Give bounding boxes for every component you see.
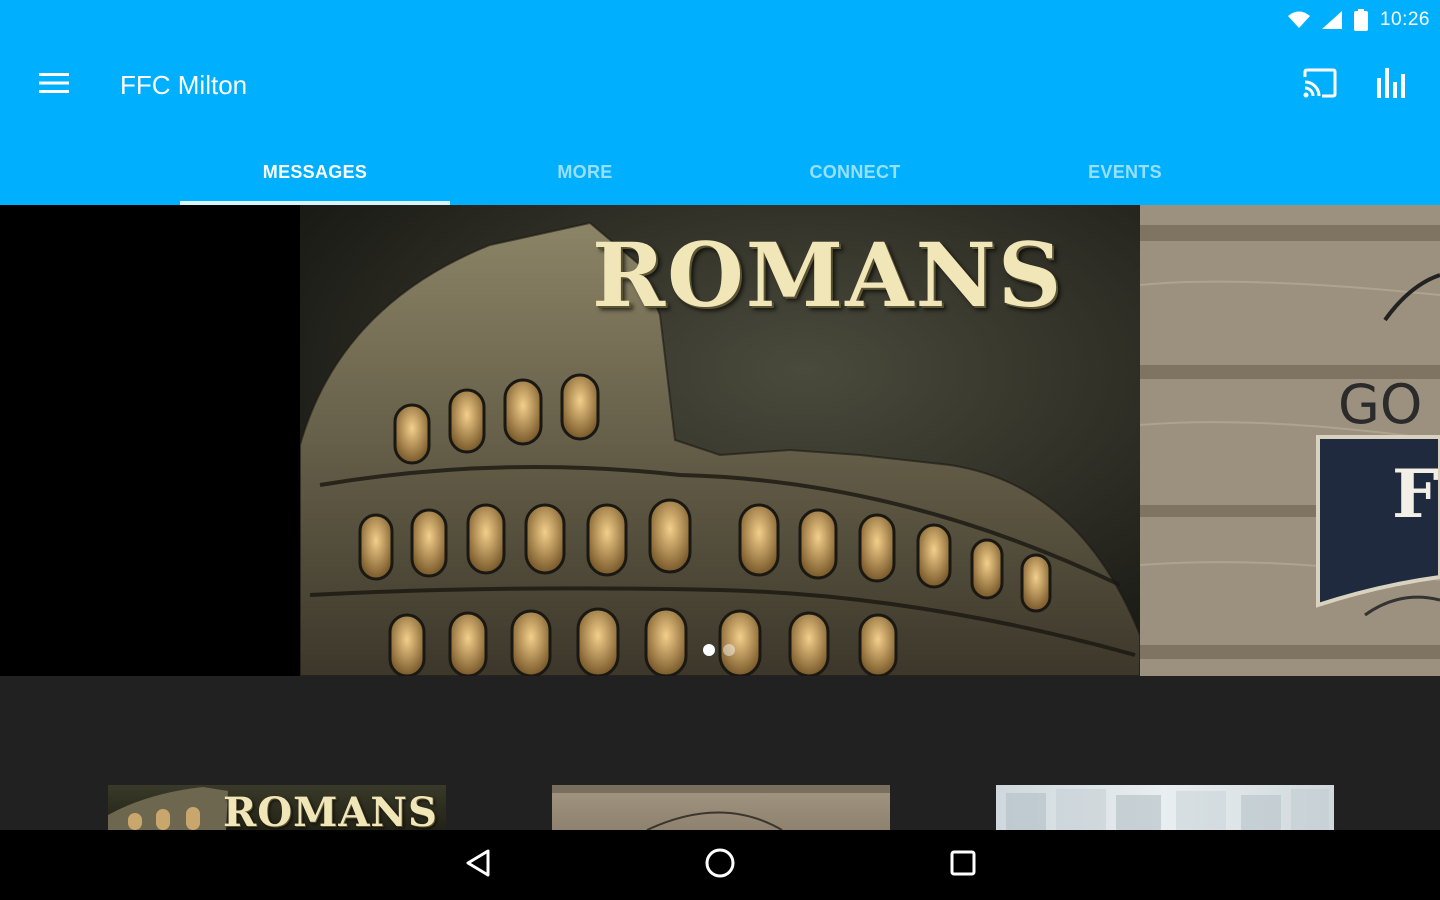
tab-more[interactable]: MORE: [450, 140, 720, 205]
wood-artwork: GO F: [1140, 205, 1440, 676]
back-button[interactable]: [448, 840, 508, 890]
tab-bar: MESSAGES MORE CONNECT EVENTS: [180, 140, 1260, 205]
stats-button[interactable]: [1368, 62, 1416, 108]
wifi-icon: [1287, 11, 1310, 29]
thumb-wood-artwork: [552, 785, 890, 830]
tab-messages[interactable]: MESSAGES: [180, 140, 450, 205]
slide-title: ROMANS: [592, 223, 1064, 327]
bar-chart-icon: [1377, 67, 1407, 103]
carousel-dot-2[interactable]: [723, 644, 735, 656]
app-bar: 10:26 FFC Milton MESSAGES MORE CONNECT E…: [0, 0, 1440, 205]
message-thumb-3[interactable]: [996, 785, 1334, 830]
status-time: 10:26: [1379, 9, 1430, 30]
menu-button[interactable]: [30, 64, 78, 106]
featured-slide-romans[interactable]: ROMANS: [300, 205, 1140, 676]
message-thumb-2[interactable]: [552, 785, 890, 830]
recents-icon: [949, 849, 977, 882]
side-slide-partial-letter: F: [1392, 455, 1439, 533]
signal-icon: [1321, 11, 1342, 29]
thumb-title: ROMANS: [223, 789, 438, 830]
tab-connect[interactable]: CONNECT: [720, 140, 990, 205]
tab-events[interactable]: EVENTS: [990, 140, 1260, 205]
home-icon: [704, 847, 736, 884]
cast-icon: [1302, 68, 1338, 103]
side-slide-partial-title: GO: [1338, 373, 1422, 436]
carousel-indicator: [703, 644, 735, 656]
status-bar: 10:26: [1287, 6, 1430, 34]
battery-icon: [1353, 9, 1368, 31]
recents-button[interactable]: [933, 840, 993, 890]
thumb-collage-artwork: [1006, 789, 1329, 830]
back-icon: [464, 848, 492, 883]
cast-button[interactable]: [1296, 62, 1344, 108]
home-button[interactable]: [690, 840, 750, 890]
message-thumb-romans[interactable]: ROMANS: [108, 785, 446, 830]
featured-carousel[interactable]: ROMANS GO F: [0, 205, 1440, 676]
carousel-dot-1[interactable]: [703, 644, 715, 656]
system-nav-bar: [0, 830, 1440, 900]
menu-icon: [39, 72, 69, 99]
app-title: FFC Milton: [120, 70, 248, 100]
featured-slide-next[interactable]: GO F: [1140, 205, 1440, 676]
